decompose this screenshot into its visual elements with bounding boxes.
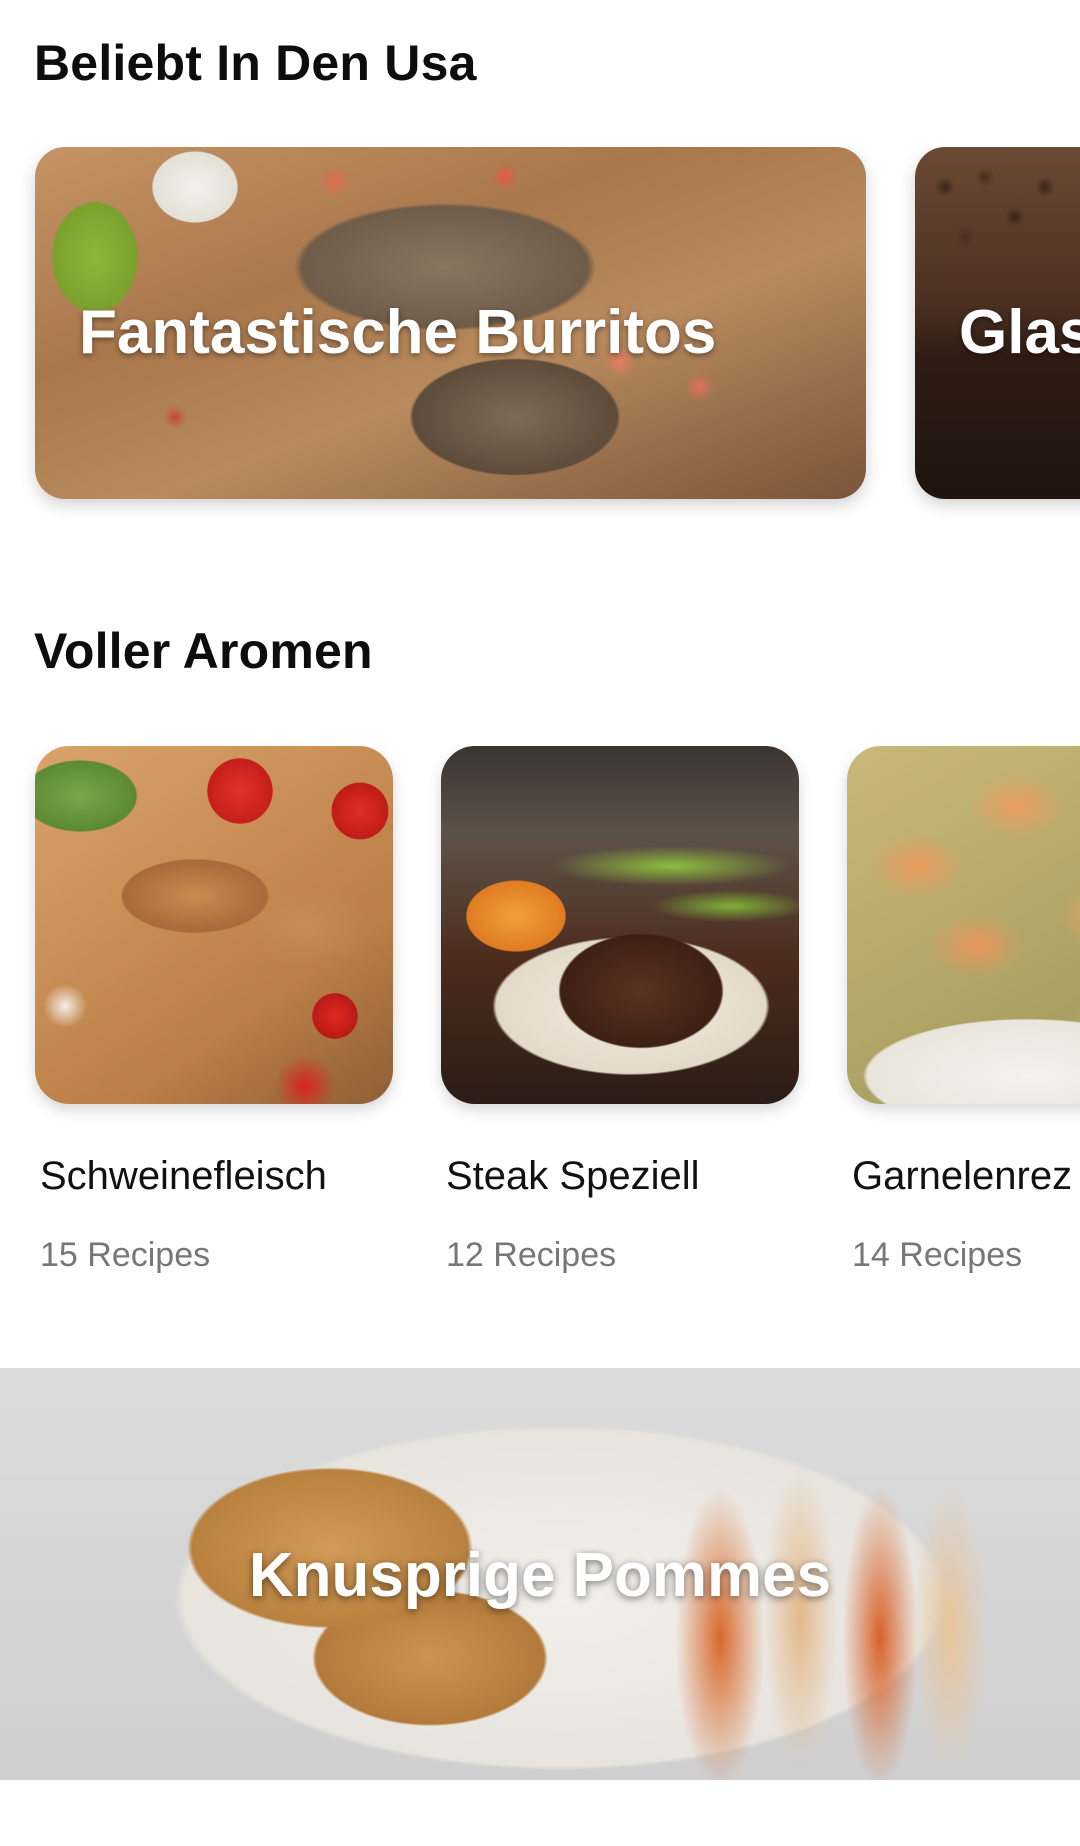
recipe-count: 14 Recipes bbox=[852, 1236, 1023, 1274]
popular-usa-carousel[interactable]: Fantastische Burritos Glas bbox=[0, 147, 1080, 517]
category-card-shrimp[interactable]: Garnelenrez 14 Recipes bbox=[847, 746, 1080, 1274]
section-title-popular-usa: Beliebt In Den Usa bbox=[34, 35, 477, 91]
recipe-card-title: Glas bbox=[959, 298, 1080, 367]
recipe-card-burritos[interactable]: Fantastische Burritos bbox=[35, 147, 866, 499]
category-card-steak[interactable]: Steak Speziell 12 Recipes bbox=[441, 746, 799, 1274]
category-name: Garnelenrez bbox=[852, 1154, 1073, 1198]
category-card-pork[interactable]: Schweinefleisch 15 Recipes bbox=[35, 746, 393, 1274]
recipe-count: 15 Recipes bbox=[40, 1236, 211, 1274]
recipe-count: 12 Recipes bbox=[446, 1236, 617, 1274]
recipe-card-title: Fantastische Burritos bbox=[79, 298, 717, 367]
category-image bbox=[847, 746, 1080, 1104]
category-name: Schweinefleisch bbox=[40, 1154, 327, 1198]
category-image bbox=[35, 746, 393, 1104]
featured-recipe-title: Knusprige Pommes bbox=[248, 1541, 832, 1610]
recipe-card-chocolate[interactable]: Glas bbox=[915, 147, 1080, 499]
featured-recipe-banner[interactable]: Knusprige Pommes bbox=[0, 1368, 1080, 1780]
section-title-full-flavor: Voller Aromen bbox=[34, 623, 373, 679]
full-flavor-carousel[interactable]: Schweinefleisch 15 Recipes Steak Speziel… bbox=[0, 746, 1080, 1306]
category-name: Steak Speziell bbox=[446, 1154, 700, 1198]
category-image bbox=[441, 746, 799, 1104]
